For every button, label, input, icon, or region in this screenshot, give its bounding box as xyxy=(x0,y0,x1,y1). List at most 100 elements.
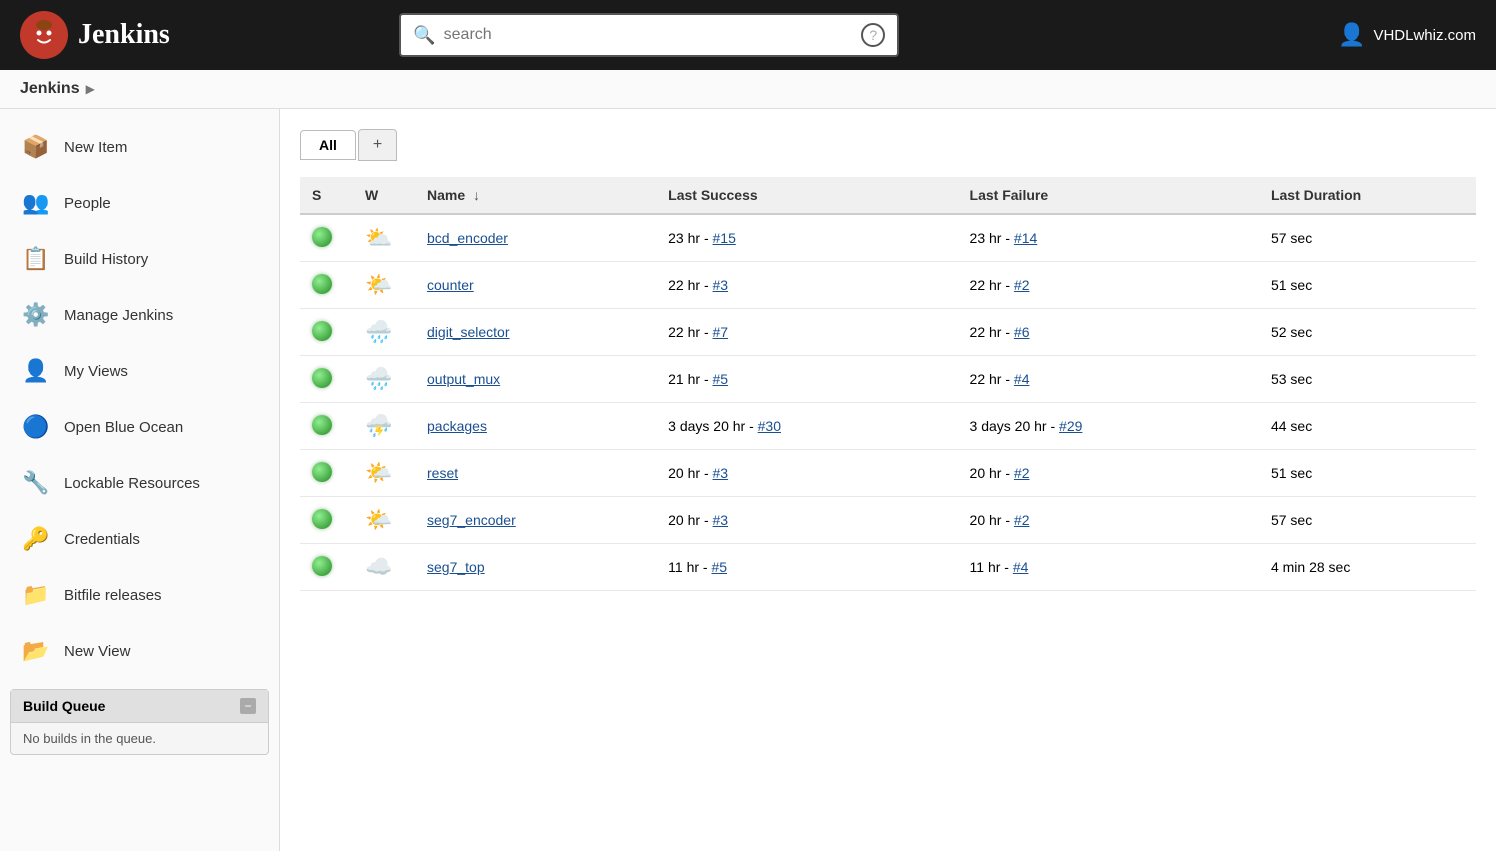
job-link-counter[interactable]: counter xyxy=(427,277,474,293)
last-success-link-4[interactable]: #30 xyxy=(758,418,781,434)
last-failure-cell-5: 20 hr - #2 xyxy=(958,450,1259,497)
job-link-output_mux[interactable]: output_mux xyxy=(427,371,500,387)
last-failure-link-5[interactable]: #2 xyxy=(1014,465,1030,481)
weather-cell-0: ⛅ xyxy=(353,214,415,262)
job-link-digit_selector[interactable]: digit_selector xyxy=(427,324,510,340)
col-header-last-duration: Last Duration xyxy=(1259,177,1476,214)
search-help-icon[interactable]: ? xyxy=(861,23,885,47)
jobs-table: S W Name ↓ Last Success Last Failure Las… xyxy=(300,177,1476,591)
last-failure-cell-4: 3 days 20 hr - #29 xyxy=(958,403,1259,450)
breadcrumb-arrow: ▶ xyxy=(86,82,95,96)
lockable-resources-icon: 🔧 xyxy=(20,467,52,499)
name-cell-3: output_mux xyxy=(415,356,656,403)
user-menu[interactable]: 👤 VHDLwhiz.com xyxy=(1338,22,1476,48)
job-link-reset[interactable]: reset xyxy=(427,465,458,481)
logo-icon xyxy=(20,11,68,59)
last-success-text-3: 21 hr - xyxy=(668,371,712,387)
sidebar-item-manage-jenkins[interactable]: ⚙️ Manage Jenkins xyxy=(0,287,279,343)
build-queue-empty-message: No builds in the queue. xyxy=(23,731,156,746)
last-success-link-0[interactable]: #15 xyxy=(713,230,736,246)
last-failure-link-1[interactable]: #2 xyxy=(1014,277,1030,293)
last-success-link-2[interactable]: #7 xyxy=(713,324,729,340)
job-link-packages[interactable]: packages xyxy=(427,418,487,434)
new-view-label: New View xyxy=(64,643,130,660)
sidebar: 📦 New Item 👥 People 📋 Build History ⚙️ M… xyxy=(0,109,280,851)
name-cell-0: bcd_encoder xyxy=(415,214,656,262)
logo[interactable]: Jenkins xyxy=(20,11,170,59)
manage-jenkins-icon: ⚙️ xyxy=(20,299,52,331)
last-failure-link-2[interactable]: #6 xyxy=(1014,324,1030,340)
sidebar-item-credentials[interactable]: 🔑 Credentials xyxy=(0,511,279,567)
weather-icon-0: ⛅ xyxy=(365,225,392,250)
build-queue-header: Build Queue − xyxy=(11,690,268,723)
last-failure-cell-1: 22 hr - #2 xyxy=(958,262,1259,309)
table-row: 🌤️ seg7_encoder 20 hr - #3 20 hr - #2 57… xyxy=(300,497,1476,544)
lockable-resources-label: Lockable Resources xyxy=(64,475,200,492)
col-header-name[interactable]: Name ↓ xyxy=(415,177,656,214)
breadcrumb: Jenkins ▶ xyxy=(0,70,1496,109)
sidebar-item-my-views[interactable]: 👤 My Views xyxy=(0,343,279,399)
status-cell-1 xyxy=(300,262,353,309)
build-queue-collapse-button[interactable]: − xyxy=(240,698,256,714)
last-success-link-1[interactable]: #3 xyxy=(713,277,729,293)
last-success-link-6[interactable]: #3 xyxy=(713,512,729,528)
new-item-label: New Item xyxy=(64,139,127,156)
last-failure-link-7[interactable]: #4 xyxy=(1013,559,1029,575)
last-success-text-5: 20 hr - xyxy=(668,465,712,481)
status-dot-4 xyxy=(312,415,332,435)
open-blue-ocean-label: Open Blue Ocean xyxy=(64,419,183,436)
tab-all[interactable]: All xyxy=(300,130,356,160)
weather-icon-1: 🌤️ xyxy=(365,272,392,297)
job-link-seg7_encoder[interactable]: seg7_encoder xyxy=(427,512,516,528)
status-dot-0 xyxy=(312,227,332,247)
weather-cell-2: 🌧️ xyxy=(353,309,415,356)
last-duration-cell-3: 53 sec xyxy=(1259,356,1476,403)
credentials-icon: 🔑 xyxy=(20,523,52,555)
weather-cell-6: 🌤️ xyxy=(353,497,415,544)
sidebar-item-build-history[interactable]: 📋 Build History xyxy=(0,231,279,287)
last-success-link-5[interactable]: #3 xyxy=(713,465,729,481)
job-link-bcd_encoder[interactable]: bcd_encoder xyxy=(427,230,508,246)
last-failure-text-1: 22 hr - xyxy=(970,277,1014,293)
last-duration-cell-6: 57 sec xyxy=(1259,497,1476,544)
last-success-text-7: 11 hr - xyxy=(668,559,711,575)
sidebar-item-lockable-resources[interactable]: 🔧 Lockable Resources xyxy=(0,455,279,511)
last-failure-link-0[interactable]: #14 xyxy=(1014,230,1037,246)
table-row: 🌧️ output_mux 21 hr - #5 22 hr - #4 53 s… xyxy=(300,356,1476,403)
col-header-last-success: Last Success xyxy=(656,177,957,214)
sidebar-item-people[interactable]: 👥 People xyxy=(0,175,279,231)
status-dot-2 xyxy=(312,321,332,341)
last-success-cell-7: 11 hr - #5 xyxy=(656,544,957,591)
sidebar-item-new-item[interactable]: 📦 New Item xyxy=(0,119,279,175)
last-success-link-7[interactable]: #5 xyxy=(711,559,727,575)
last-success-cell-2: 22 hr - #7 xyxy=(656,309,957,356)
last-success-link-3[interactable]: #5 xyxy=(713,371,729,387)
last-failure-text-7: 11 hr - xyxy=(970,559,1013,575)
last-failure-link-3[interactable]: #4 xyxy=(1014,371,1030,387)
last-failure-cell-7: 11 hr - #4 xyxy=(958,544,1259,591)
sidebar-item-bitfile-releases[interactable]: 📁 Bitfile releases xyxy=(0,567,279,623)
build-queue: Build Queue − No builds in the queue. xyxy=(10,689,269,755)
sidebar-item-new-view[interactable]: 📂 New View xyxy=(0,623,279,679)
weather-cell-5: 🌤️ xyxy=(353,450,415,497)
table-row: 🌤️ reset 20 hr - #3 20 hr - #2 51 sec xyxy=(300,450,1476,497)
last-failure-cell-2: 22 hr - #6 xyxy=(958,309,1259,356)
weather-cell-4: ⛈️ xyxy=(353,403,415,450)
last-success-cell-4: 3 days 20 hr - #30 xyxy=(656,403,957,450)
last-failure-cell-0: 23 hr - #14 xyxy=(958,214,1259,262)
weather-icon-7: ☁️ xyxy=(365,554,392,579)
main-layout: 📦 New Item 👥 People 📋 Build History ⚙️ M… xyxy=(0,109,1496,851)
last-failure-link-4[interactable]: #29 xyxy=(1059,418,1082,434)
sidebar-item-open-blue-ocean[interactable]: 🔵 Open Blue Ocean xyxy=(0,399,279,455)
breadcrumb-jenkins[interactable]: Jenkins xyxy=(20,80,80,98)
search-input[interactable] xyxy=(444,26,854,44)
name-cell-6: seg7_encoder xyxy=(415,497,656,544)
last-failure-link-6[interactable]: #2 xyxy=(1014,512,1030,528)
job-link-seg7_top[interactable]: seg7_top xyxy=(427,559,485,575)
people-label: People xyxy=(64,195,111,212)
status-dot-3 xyxy=(312,368,332,388)
table-row: ⛈️ packages 3 days 20 hr - #30 3 days 20… xyxy=(300,403,1476,450)
last-failure-cell-3: 22 hr - #4 xyxy=(958,356,1259,403)
last-failure-text-2: 22 hr - xyxy=(970,324,1014,340)
tab-add[interactable]: + xyxy=(358,129,397,161)
